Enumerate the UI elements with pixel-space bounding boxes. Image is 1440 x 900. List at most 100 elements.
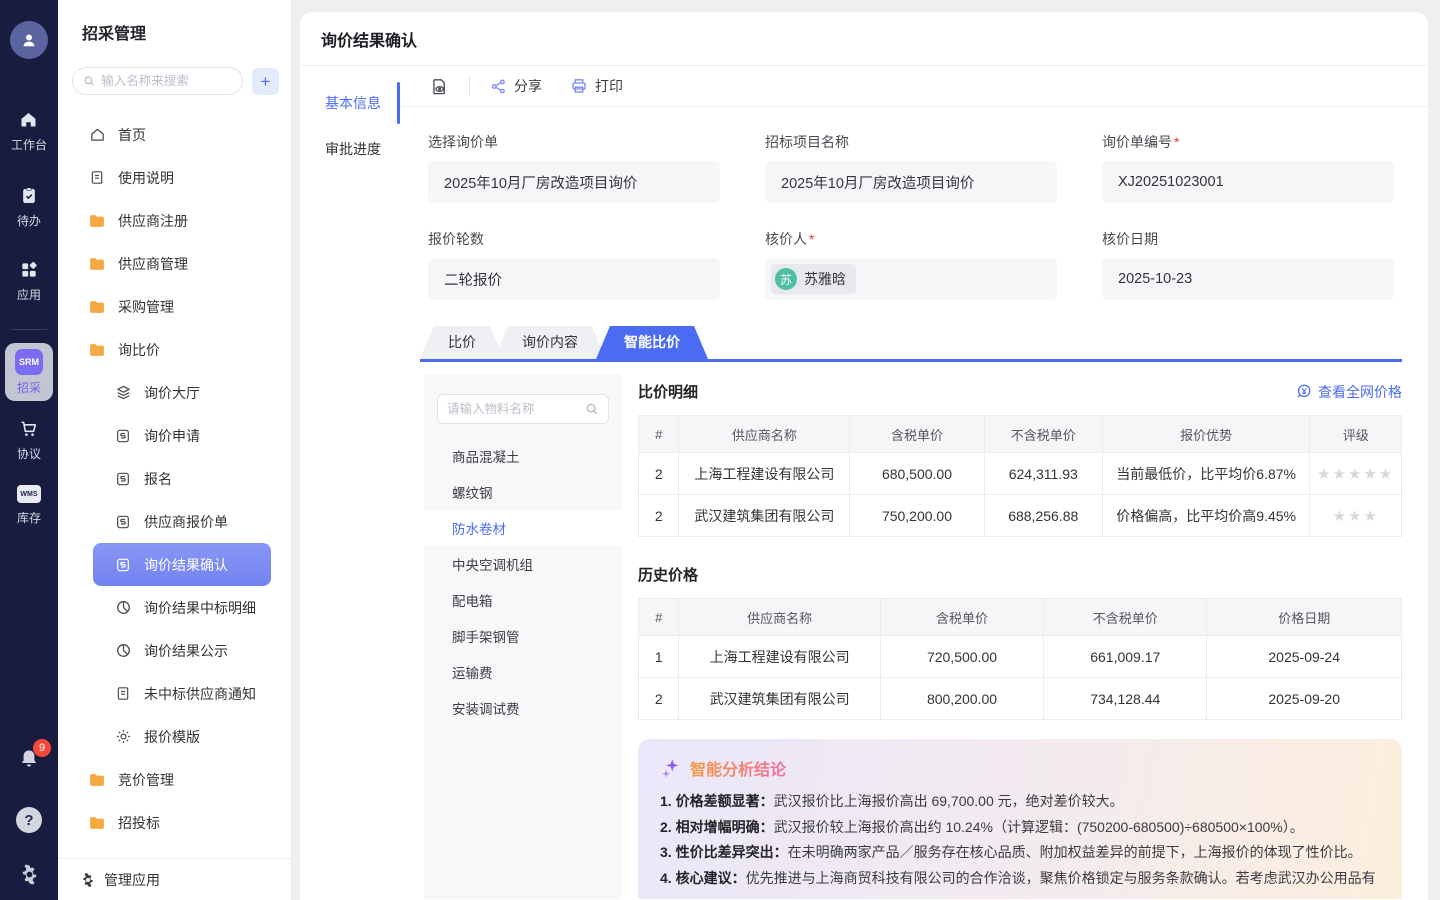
sidebar-item-bidding-management[interactable]: 竞价管理 (70, 758, 279, 801)
rating-stars: ★★★ (1333, 508, 1379, 525)
cell-index: 1 (639, 636, 679, 678)
sidebar-item-label: 首页 (118, 125, 146, 145)
field-label: 询价单编号* (1102, 132, 1394, 152)
material-item[interactable]: 脚手架钢管 (424, 618, 622, 654)
share-button[interactable]: 分享 (490, 76, 542, 96)
rail-item-agreement[interactable]: 协议 (17, 418, 41, 462)
sidebar-item-signup[interactable]: 报名 (70, 457, 279, 500)
field-label: 招标项目名称 (765, 132, 1057, 152)
sidebar-item-inquiry-result-publicity[interactable]: 询价结果公示 (70, 629, 279, 672)
price-reviewer-input[interactable]: 苏 苏雅晗 (765, 258, 1057, 300)
add-button[interactable]: + (252, 68, 279, 95)
rail-divider (11, 329, 47, 330)
col-price-date: 价格日期 (1207, 599, 1402, 636)
material-search-box[interactable] (437, 394, 609, 424)
field-select-inquiry: 选择询价单 2025年10月厂房改造项目询价 (428, 132, 720, 203)
quote-rounds-input[interactable]: 二轮报价 (428, 258, 720, 300)
print-button[interactable]: 打印 (570, 76, 623, 96)
col-supplier: 供应商名称 (679, 599, 880, 636)
sidebar-item-non-winner-notice[interactable]: 未中标供应商通知 (70, 672, 279, 715)
field-review-date: 核价日期 2025-10-23 (1102, 229, 1394, 300)
form-icon (114, 513, 132, 531)
sidebar-item-inquiry-hall[interactable]: 询价大厅 (70, 371, 279, 414)
rail-item-inventory[interactable]: WMS 库存 (17, 485, 41, 526)
folder-icon (88, 298, 106, 316)
compare-section-title: 比价明细 (638, 381, 698, 402)
settings-button[interactable] (18, 863, 41, 886)
rail-item-workbench[interactable]: 工作台 (11, 109, 47, 153)
compare-table: # 供应商名称 含税单价 不含税单价 报价优势 评级 (638, 415, 1402, 537)
cell-no-tax-price: 661,009.17 (1044, 636, 1207, 678)
cell-price-date: 2025-09-24 (1207, 636, 1402, 678)
table-row: 2 武汉建筑集团有限公司 750,200.00 688,256.88 价格偏高，… (639, 495, 1402, 537)
panel-header: 询价结果确认 (300, 12, 1428, 66)
preview-button[interactable] (430, 77, 449, 96)
review-date-input[interactable]: 2025-10-23 (1102, 258, 1394, 300)
tab-approval-progress[interactable]: 审批进度 (300, 126, 400, 172)
rail-item-procurement[interactable]: SRM 招采 (5, 343, 53, 401)
sidebar-search-row: + (72, 67, 279, 95)
sidebar-item-label: 询价结果公示 (144, 641, 228, 661)
sidebar-search-input[interactable] (101, 74, 232, 88)
material-item[interactable]: 螺纹钢 (424, 474, 622, 510)
toolbar: 分享 打印 (400, 66, 1428, 107)
rail-item-label: 工作台 (11, 136, 47, 153)
cell-no-tax-price: 688,256.88 (984, 495, 1102, 537)
sidebar-menu: 首页 使用说明 供应商注册 供应商管理 采购管理 询比价 (58, 113, 291, 844)
material-item[interactable]: 商品混凝土 (424, 438, 622, 474)
sidebar-item-inquiry-result-award-detail[interactable]: 询价结果中标明细 (70, 586, 279, 629)
select-inquiry-input[interactable]: 2025年10月厂房改造项目询价 (428, 161, 720, 203)
inquiry-no-input[interactable]: XJ20251023001 (1102, 161, 1394, 203)
sidebar-item-quote-template[interactable]: 报价模版 (70, 715, 279, 758)
sidebar-item-label: 询价结果确认 (144, 555, 228, 575)
tab-basic-info[interactable]: 基本信息 (300, 80, 400, 126)
tab-smart-compare[interactable]: 智能比价 (596, 326, 708, 359)
sidebar-item-label: 报价模版 (144, 727, 200, 747)
col-index: # (639, 416, 679, 453)
material-item[interactable]: 安装调试费 (424, 690, 622, 726)
rating-stars: ★★★★★ (1317, 466, 1394, 483)
sidebar-item-inquiry-apply[interactable]: 询价申请 (70, 414, 279, 457)
side-tab-column: 基本信息 审批进度 (300, 66, 400, 899)
material-item[interactable]: 中央空调机组 (424, 546, 622, 582)
rail-item-apps[interactable]: 应用 (17, 260, 41, 303)
history-table-header: # 供应商名称 含税单价 不含税单价 价格日期 (639, 599, 1402, 636)
sidebar-item-home[interactable]: 首页 (70, 113, 279, 156)
help-button[interactable]: ? (16, 807, 42, 833)
sidebar-item-supplier-management[interactable]: 供应商管理 (70, 242, 279, 285)
view-network-price-link[interactable]: 查看全网价格 (1295, 382, 1402, 402)
ai-analysis-title: 智能分析结论 (690, 756, 786, 780)
ai-analysis-panel: 智能分析结论 1. 价格差额显著：武汉报价比上海报价高出 69,700.00 元… (638, 739, 1402, 899)
sidebar-item-supplier-quote-list[interactable]: 供应商报价单 (70, 500, 279, 543)
field-price-reviewer: 核价人* 苏 苏雅晗 (765, 229, 1057, 300)
tab-compare[interactable]: 比价 (420, 326, 504, 359)
material-item-selected[interactable]: 防水卷材 (424, 510, 622, 546)
material-item[interactable]: 运输费 (424, 654, 622, 690)
sidebar-search-box[interactable] (72, 67, 243, 95)
field-label: 报价轮数 (428, 229, 720, 249)
form-icon (114, 470, 132, 488)
tab-inquiry-content[interactable]: 询价内容 (494, 326, 606, 359)
sidebar-item-inquiry-result-confirm[interactable]: 询价结果确认 (93, 543, 271, 586)
app-root: 工作台 待办 应用 SRM 招采 协议 WMS 库存 9 ? (0, 0, 1440, 900)
material-search-input[interactable] (447, 402, 579, 416)
sidebar-item-inquiry-compare[interactable]: 询比价 (70, 328, 279, 371)
sidebar-item-usage-guide[interactable]: 使用说明 (70, 156, 279, 199)
user-avatar[interactable] (10, 21, 48, 59)
cell-tax-price: 750,200.00 (850, 495, 984, 537)
print-label: 打印 (595, 76, 623, 96)
print-icon (570, 77, 588, 95)
col-no-tax-price: 不含税单价 (984, 416, 1102, 453)
rail-item-todo[interactable]: 待办 (17, 185, 41, 229)
sidebar-item-tender[interactable]: 招投标 (70, 801, 279, 844)
sidebar-item-supplier-register[interactable]: 供应商注册 (70, 199, 279, 242)
history-section-title: 历史价格 (638, 564, 1402, 585)
notifications-button[interactable]: 9 (17, 747, 41, 771)
sidebar-item-manage-apps[interactable]: 管理应用 (58, 858, 291, 900)
sidebar-item-label: 询价大厅 (144, 383, 200, 403)
material-item[interactable]: 配电箱 (424, 582, 622, 618)
sidebar-item-purchase-management[interactable]: 采购管理 (70, 285, 279, 328)
toolbar-divider (469, 76, 470, 96)
tender-project-name-input[interactable]: 2025年10月厂房改造项目询价 (765, 161, 1057, 203)
field-label: 选择询价单 (428, 132, 720, 152)
